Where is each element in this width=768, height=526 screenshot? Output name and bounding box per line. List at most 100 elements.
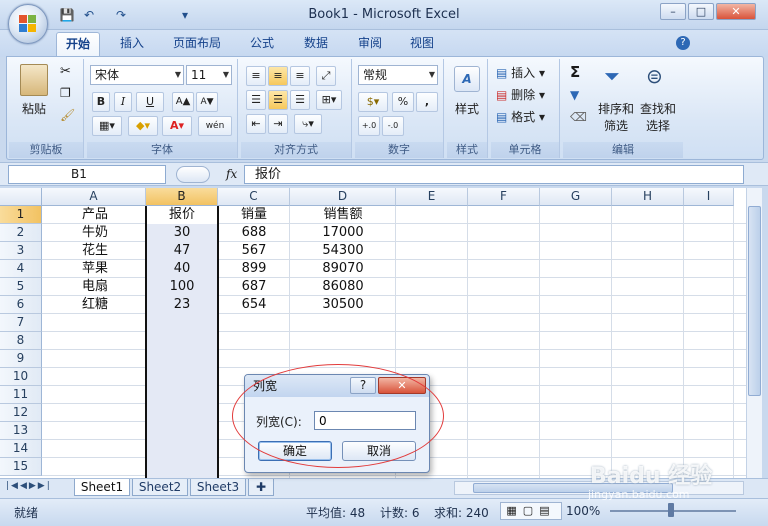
tab-view[interactable]: 视图 [402,32,442,56]
column-header-i[interactable]: I [684,188,734,206]
align-top-button[interactable]: ≡ [246,66,266,86]
styles-button[interactable]: 样式 [448,100,486,117]
office-button[interactable] [8,4,48,44]
view-buttons[interactable]: ▦▢▤ [500,502,562,520]
sheet-tab-1[interactable]: Sheet1 [74,479,130,496]
fill-color-button[interactable]: ◆▾ [128,116,158,136]
cell-b1[interactable]: 报价 [146,206,218,224]
font-color-button[interactable]: A▾ [162,116,192,136]
maximize-button[interactable]: □ [688,3,714,20]
row-header-11[interactable]: 11 [0,386,42,404]
cell-c2[interactable]: 688 [218,224,290,242]
column-header-g[interactable]: G [540,188,612,206]
shrink-font-button[interactable]: A▼ [196,92,218,112]
cell-a1[interactable]: 产品 [60,206,130,224]
cell-b4[interactable]: 40 [146,260,218,278]
cell-d5[interactable]: 86080 [290,278,396,296]
row-header-3[interactable]: 3 [0,242,42,260]
percent-button[interactable]: % [392,92,414,112]
column-header-b[interactable]: B [146,188,218,206]
align-left-button[interactable]: ☰ [246,90,266,110]
insert-function-icon[interactable]: fx [226,167,237,181]
comma-button[interactable]: , [416,92,438,112]
row-header-1[interactable]: 1 [0,206,42,224]
row-header-8[interactable]: 8 [0,332,42,350]
cell-a3[interactable]: 花生 [60,242,130,260]
close-button[interactable]: ✕ [716,3,756,20]
cell-d2[interactable]: 17000 [290,224,396,242]
decrease-indent-button[interactable]: ⇤ [246,114,266,134]
tab-home[interactable]: 开始 [56,32,100,56]
formula-cancel-enter[interactable] [176,166,210,183]
row-header-10[interactable]: 10 [0,368,42,386]
clear-icon[interactable]: ⌫ [570,110,587,124]
paste-button[interactable]: 粘贴 [14,100,54,117]
row-header-14[interactable]: 14 [0,440,42,458]
increase-indent-button[interactable]: ⇥ [268,114,288,134]
cell-c5[interactable]: 687 [218,278,290,296]
tab-review[interactable]: 审阅 [350,32,390,56]
paste-icon[interactable] [20,64,48,96]
align-middle-button[interactable]: ≡ [268,66,288,86]
cell-c6[interactable]: 654 [218,296,290,314]
name-box[interactable]: B1 [8,165,166,184]
column-header-a[interactable]: A [42,188,146,206]
cell-b6[interactable]: 23 [146,296,218,314]
column-header-f[interactable]: F [468,188,540,206]
autosum-icon[interactable]: Σ [570,63,580,81]
align-center-button[interactable]: ☰ [268,90,288,110]
sort-filter-button[interactable]: 排序和 筛选 [596,100,636,134]
currency-button[interactable]: $▾ [358,92,388,112]
cell-a4[interactable]: 苹果 [60,260,130,278]
cell-c3[interactable]: 567 [218,242,290,260]
grow-font-button[interactable]: A▲ [172,92,194,112]
column-header-d[interactable]: D [290,188,396,206]
phonetic-button[interactable]: wén [198,116,232,136]
italic-button[interactable]: I [114,92,132,112]
column-header-c[interactable]: C [218,188,290,206]
column-header-e[interactable]: E [396,188,468,206]
vertical-scrollbar[interactable] [746,188,762,478]
row-header-12[interactable]: 12 [0,404,42,422]
insert-sheet-icon[interactable]: ✚ [248,479,274,496]
cell-a5[interactable]: 电扇 [60,278,130,296]
cell-a6[interactable]: 红糖 [60,296,130,314]
orientation-button[interactable]: ⤢ [316,66,336,86]
align-right-button[interactable]: ☰ [290,90,310,110]
align-bottom-button[interactable]: ≡ [290,66,310,86]
merge-center-button[interactable]: ⊞▾ [316,90,342,110]
tab-data[interactable]: 数据 [296,32,336,56]
cell-b2[interactable]: 30 [146,224,218,242]
sheet-nav-icons[interactable]: |◀◀▶▶| [6,481,52,491]
help-icon[interactable]: ? [676,36,690,50]
delete-cells-button[interactable]: ▤ 删除 ▾ [496,86,545,103]
copy-icon[interactable]: ❐ [60,86,71,100]
vertical-scroll-thumb[interactable] [748,206,761,396]
sheet-tab-2[interactable]: Sheet2 [132,479,188,496]
decrease-decimal-button[interactable]: -.0 [382,116,404,136]
number-format-combo[interactable]: 常规 ▼ [358,65,438,85]
insert-cells-button[interactable]: ▤ 插入 ▾ [496,64,545,81]
format-painter-icon[interactable]: 🖌 [60,108,75,122]
fill-icon[interactable]: ▼ [570,88,579,102]
tab-page-layout[interactable]: 页面布局 [166,32,228,56]
sheet-tab-3[interactable]: Sheet3 [190,479,246,496]
row-header-5[interactable]: 5 [0,278,42,296]
font-size-combo[interactable]: 11 ▼ [186,65,232,85]
format-cells-button[interactable]: ▤ 格式 ▾ [496,108,545,125]
cell-a2[interactable]: 牛奶 [60,224,130,242]
cell-b3[interactable]: 47 [146,242,218,260]
zoom-level[interactable]: 100% [566,504,600,518]
select-all-corner[interactable] [0,188,42,206]
cell-d6[interactable]: 30500 [290,296,396,314]
row-header-15[interactable]: 15 [0,458,42,476]
font-name-combo[interactable]: 宋体 ▼ [90,65,184,85]
cell-c4[interactable]: 899 [218,260,290,278]
tab-insert[interactable]: 插入 [112,32,152,56]
increase-decimal-button[interactable]: +.0 [358,116,380,136]
bold-button[interactable]: B [92,92,110,112]
cell-c1[interactable]: 销量 [218,206,290,224]
cell-d4[interactable]: 89070 [290,260,396,278]
row-header-2[interactable]: 2 [0,224,42,242]
formula-input[interactable]: 报价 [244,165,744,184]
